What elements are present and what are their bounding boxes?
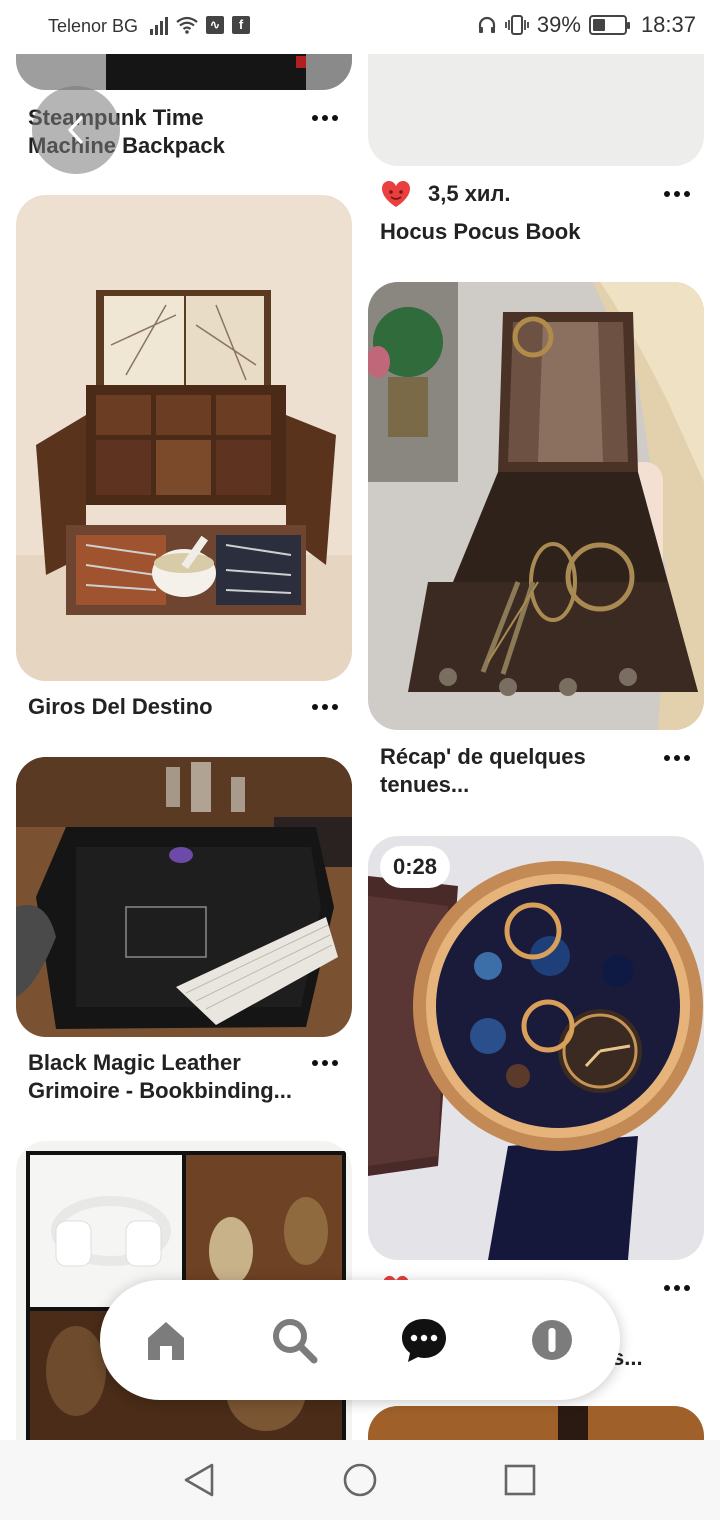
home-icon[interactable]	[342, 1462, 378, 1498]
messages-tab[interactable]	[392, 1308, 456, 1372]
home-icon	[148, 1322, 184, 1360]
more-options-button-steampunk[interactable]	[307, 108, 343, 128]
clock: 18:37	[640, 12, 696, 37]
pin-image-giros-del-destino[interactable]	[16, 195, 352, 681]
system-navigation-bar	[0, 1440, 720, 1520]
status-icons-right: 39% 18:37	[477, 12, 696, 38]
bottom-navigation-bar	[100, 1280, 620, 1400]
apothecary-box-photo	[16, 195, 352, 681]
battery-icon	[588, 15, 630, 35]
pin-title-giros-del-destino[interactable]: Giros Del Destino	[28, 693, 298, 721]
more-options-button-hocus[interactable]	[659, 184, 695, 204]
pin-title-hocus-pocus-book[interactable]: Hocus Pocus Book	[380, 218, 680, 246]
more-options-button-giros[interactable]	[307, 697, 343, 717]
vibrate-icon	[504, 15, 529, 35]
chevron-left-icon	[68, 116, 83, 144]
search-tab[interactable]	[262, 1308, 326, 1372]
status-bar: Telenor BG ∿ f 39% 18:37	[0, 0, 720, 54]
video-duration-badge: 0:28	[380, 846, 450, 888]
grimoire-photo	[16, 757, 352, 1037]
battery-percent: 39%	[536, 12, 581, 37]
headphones-icon	[478, 16, 495, 33]
watch-photo	[368, 836, 704, 1260]
pin-title-recap[interactable]: Récap' de quelques tenues...	[380, 743, 660, 799]
more-options-button-watch[interactable]	[659, 1278, 695, 1298]
back-button[interactable]	[32, 86, 120, 174]
heart-reaction-icon	[381, 181, 411, 207]
status-icons-left: ∿ f	[150, 15, 250, 35]
reaction-count: 3,5 хил.	[428, 181, 511, 206]
wifi-icon	[176, 16, 198, 34]
pin-image-recap-doll-dress[interactable]	[368, 282, 704, 730]
carrier-name: Telenor BG	[48, 16, 139, 36]
activity-icon: ∿	[206, 16, 224, 34]
more-options-button-grimoire[interactable]	[307, 1053, 343, 1073]
pin-image-grimoire[interactable]	[16, 757, 352, 1037]
pin-image-watch-video[interactable]	[368, 836, 704, 1260]
back-icon[interactable]	[182, 1462, 218, 1498]
messages-icon	[402, 1319, 446, 1362]
notifications-tab[interactable]	[520, 1308, 584, 1372]
home-tab[interactable]	[134, 1308, 198, 1372]
doll-dress-photo	[368, 282, 704, 730]
more-options-button-recap[interactable]	[659, 748, 695, 768]
signal-icon	[150, 15, 168, 35]
search-icon	[273, 1319, 318, 1364]
pin-title-grimoire[interactable]: Black Magic Leather Grimoire - Bookbindi…	[28, 1049, 308, 1105]
notifications-icon	[532, 1320, 572, 1360]
recents-icon[interactable]	[502, 1462, 538, 1498]
facebook-icon: f	[232, 16, 250, 34]
